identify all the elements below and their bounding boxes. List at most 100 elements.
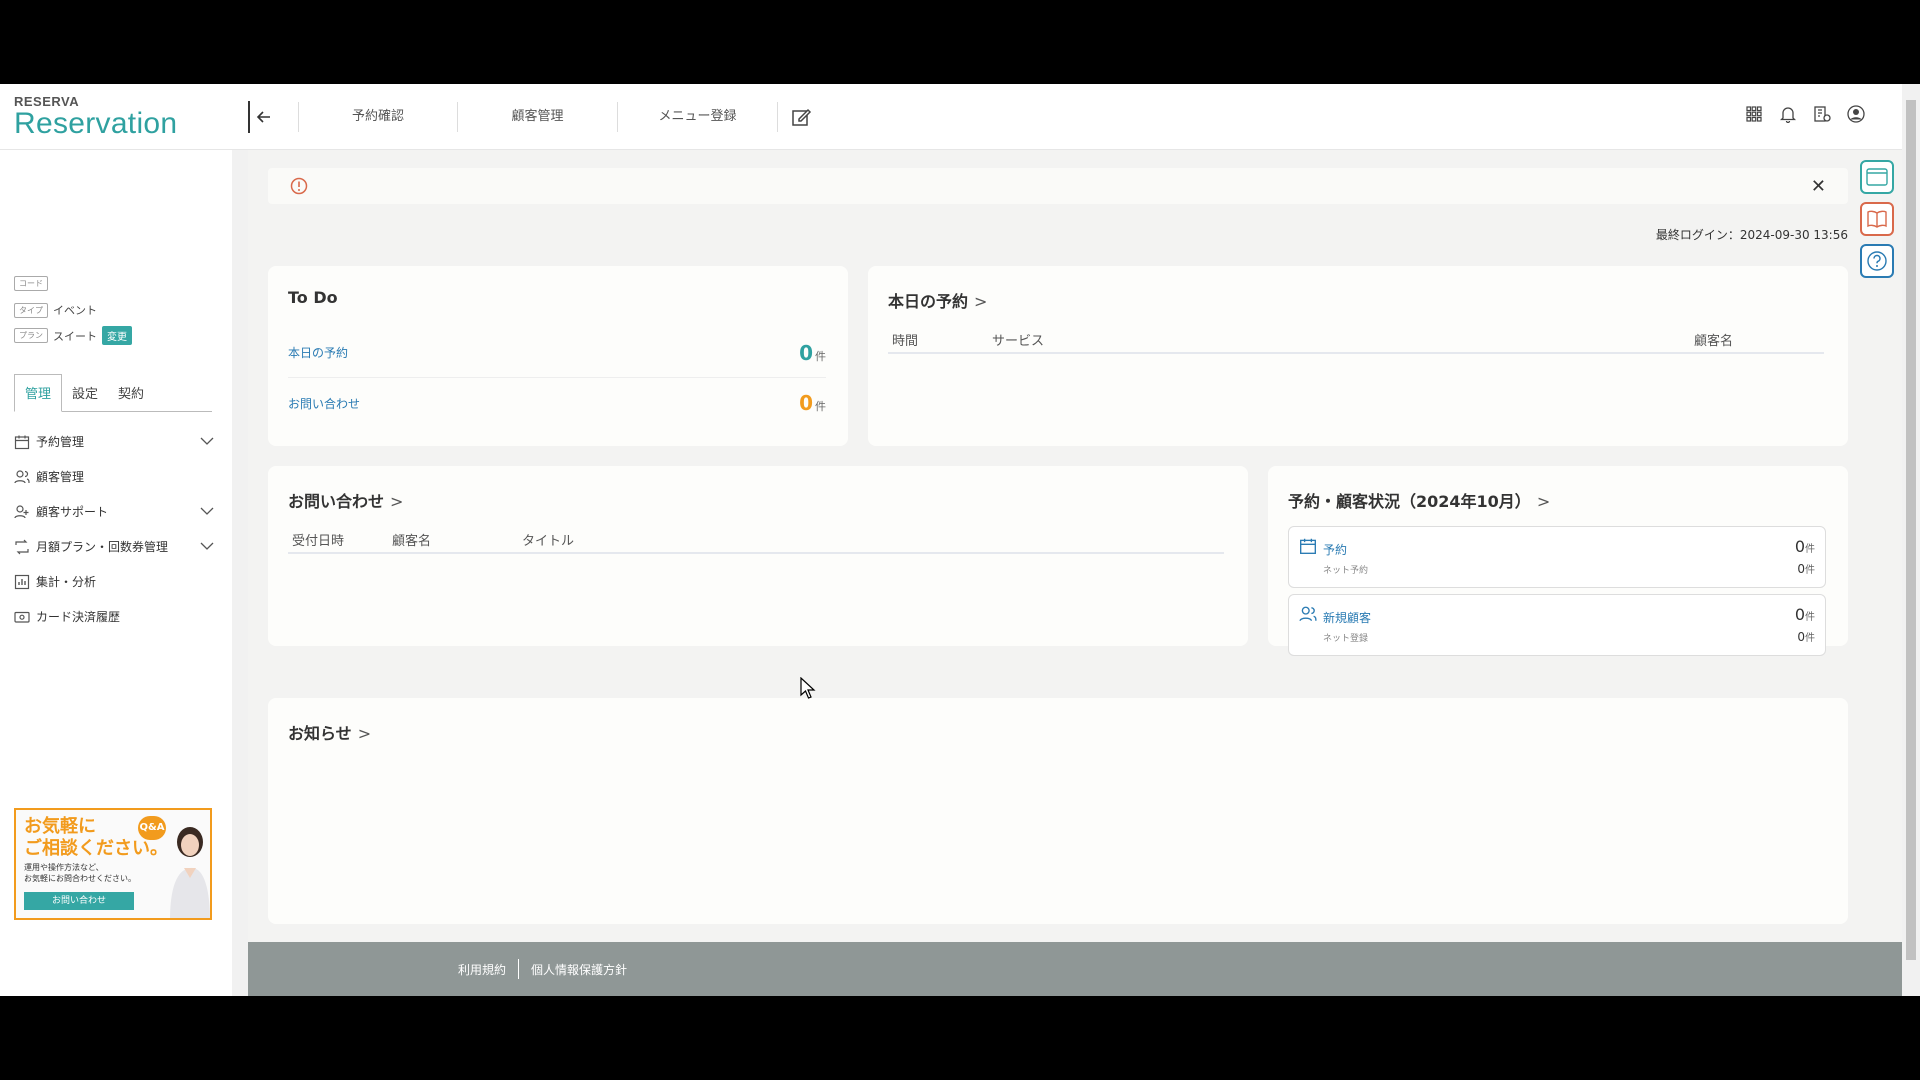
calendar-icon [1300,538,1316,554]
todo-title-text: To Do [288,288,338,307]
nav-reservation-check[interactable]: 予約確認 [298,102,458,132]
stat-sublabel: ネット予約 [1323,566,1369,576]
top-right-icons [1744,104,1866,124]
column-customer: 顧客名 [1694,334,1734,349]
chevron-down-icon [200,435,214,449]
meta-code-tag: コード [14,276,48,291]
column-customer: 顧客名 [392,534,432,549]
inquiry-card: お問い合わせ > 受付日時 顧客名 タイトル [268,466,1248,646]
news-title[interactable]: お知らせ > [288,720,371,744]
footer-privacy-link[interactable]: 個人情報保護方針 [531,961,627,978]
bell-icon[interactable] [1778,104,1798,124]
stat-label[interactable]: 予約 [1323,541,1347,558]
building-settings-icon[interactable] [1812,104,1832,124]
column-title: タイトル [522,534,575,549]
meta-plan-row: プラン スイート 変更 [14,326,132,345]
banner-contact-button[interactable]: お問い合わせ [24,892,134,910]
inquiry-title[interactable]: お問い合わせ > [288,488,403,512]
sidebar-item-label: 集計・分析 [36,575,97,589]
app-logo[interactable]: RESERVA Reservation [14,94,177,139]
top-nav: 予約確認 顧客管理 メニュー登録 [298,102,812,132]
today-title[interactable]: 本日の予約 > [888,288,987,312]
chevron-right-icon: > [974,292,988,311]
account-icon[interactable] [1846,104,1866,124]
banner-qa-badge: Q&A [138,816,166,840]
sidebar-tabs: 管理 設定 契約 [14,374,212,412]
edit-icon[interactable] [790,106,812,128]
sidebar-item-monthly-plan[interactable]: 月額プラン・回数券管理 [14,529,214,564]
stat-sublabel: ネット登録 [1323,634,1369,644]
sidebar: コード タイプ イベント プラン スイート 変更 管理 設定 契約 予約管理 顧… [0,150,232,996]
column-received-at: 受付日時 [292,534,345,549]
footer: 利用規約 個人情報保護方針 [248,942,1902,996]
meta-type-row: タイプ イベント [14,302,97,318]
sidebar-item-customers[interactable]: 顧客管理 [14,459,214,494]
scrollbar-thumb[interactable] [1906,100,1916,960]
stat-unit: 件 [1805,544,1815,555]
help-button[interactable] [1860,244,1894,278]
stat-subvalue-number: 0 [1797,562,1805,576]
operator-illustration [170,827,210,918]
footer-terms-link[interactable]: 利用規約 [458,961,506,978]
plan-change-button[interactable]: 変更 [102,326,132,345]
stat-value: 0件 [1795,605,1815,624]
nav-menu-registration[interactable]: メニュー登録 [618,102,778,132]
sidebar-item-reservation[interactable]: 予約管理 [14,424,214,459]
todo-row-inquiry[interactable]: お問い合わせ 0件 [288,378,826,428]
help-question-icon [1867,251,1887,271]
today-reservations-card: 本日の予約 > 時間 サービス 顧客名 [868,266,1848,446]
sidebar-item-label: 顧客管理 [36,470,85,484]
todo-count: 0 [799,391,813,415]
contact-banner[interactable]: お気軽に ご相談ください。 Q&A 運用や操作方法など、 お気軽にお問合わせくだ… [14,808,212,920]
news-card: お知らせ > [268,698,1848,924]
todo-row-today[interactable]: 本日の予約 0件 [288,328,826,378]
tab-management[interactable]: 管理 [14,374,63,412]
tab-contract[interactable]: 契約 [108,383,154,411]
stat-subvalue: 0件 [1797,561,1815,576]
stat-value: 0件 [1795,537,1815,556]
stat-subvalue: 0件 [1797,629,1815,644]
stat-unit: 件 [1805,565,1815,576]
sidebar-scrollbar[interactable] [232,150,248,996]
chevron-right-icon: > [390,492,404,511]
close-icon[interactable]: ✕ [1811,176,1826,197]
chevron-right-icon: > [357,724,372,743]
sidebar-item-support[interactable]: 顧客サポート [14,494,214,529]
todo-unit: 件 [815,349,826,363]
stat-label[interactable]: 新規顧客 [1323,609,1371,626]
stat-value-number: 0 [1794,537,1805,556]
browser-window-button[interactable] [1860,160,1894,194]
sidebar-item-analytics[interactable]: 集計・分析 [14,564,214,599]
collapse-sidebar-button[interactable] [248,101,278,133]
apps-grid-icon[interactable] [1744,104,1764,124]
stat-unit: 件 [1805,633,1815,644]
tab-settings[interactable]: 設定 [62,383,108,411]
inquiry-table-header: 受付日時 顧客名 タイトル [288,524,1224,554]
stat-new-customer-box: 新規顧客 ネット登録 0件 0件 [1288,594,1826,656]
alert-bar: ✕ [268,168,1848,204]
sidebar-item-card-history[interactable]: カード決済履歴 [14,599,214,634]
browser-window-icon [1866,168,1888,186]
book-icon [1867,210,1887,228]
app-window: RESERVA Reservation 予約確認 顧客管理 メニュー登録 コード… [0,84,1920,996]
banner-sub-line1: 運用や操作方法など、 [24,863,104,872]
status-title-text: 予約・顧客状況（2024年10月） [1288,492,1531,511]
status-card: 予約・顧客状況（2024年10月） > 予約 ネット予約 0件 0件 新規顧客 ネ… [1268,466,1848,656]
manual-book-button[interactable] [1860,202,1894,236]
banner-sub-line2: お気軽にお問合わせください。 [24,874,136,883]
chevron-down-icon [200,540,214,554]
meta-type-tag: タイプ [14,302,48,318]
nav-customer-management[interactable]: 顧客管理 [458,102,618,132]
users-icon [1299,606,1317,622]
sidebar-item-label: 顧客サポート [36,505,109,519]
todo-title: To Do [288,288,338,307]
today-title-text: 本日の予約 [888,292,969,311]
logo-main-text: Reservation [14,107,178,140]
calendar-icon [14,433,32,451]
status-title[interactable]: 予約・顧客状況（2024年10月） > [1288,488,1550,512]
sidebar-menu: 予約管理 顧客管理 顧客サポート 月額プラン・回数券管理 集計・分析 カード決済… [14,424,214,634]
sidebar-item-label: 予約管理 [36,435,85,449]
user-support-icon [14,503,32,521]
card-icon [14,608,32,626]
main-scrollbar[interactable] [1902,84,1920,996]
